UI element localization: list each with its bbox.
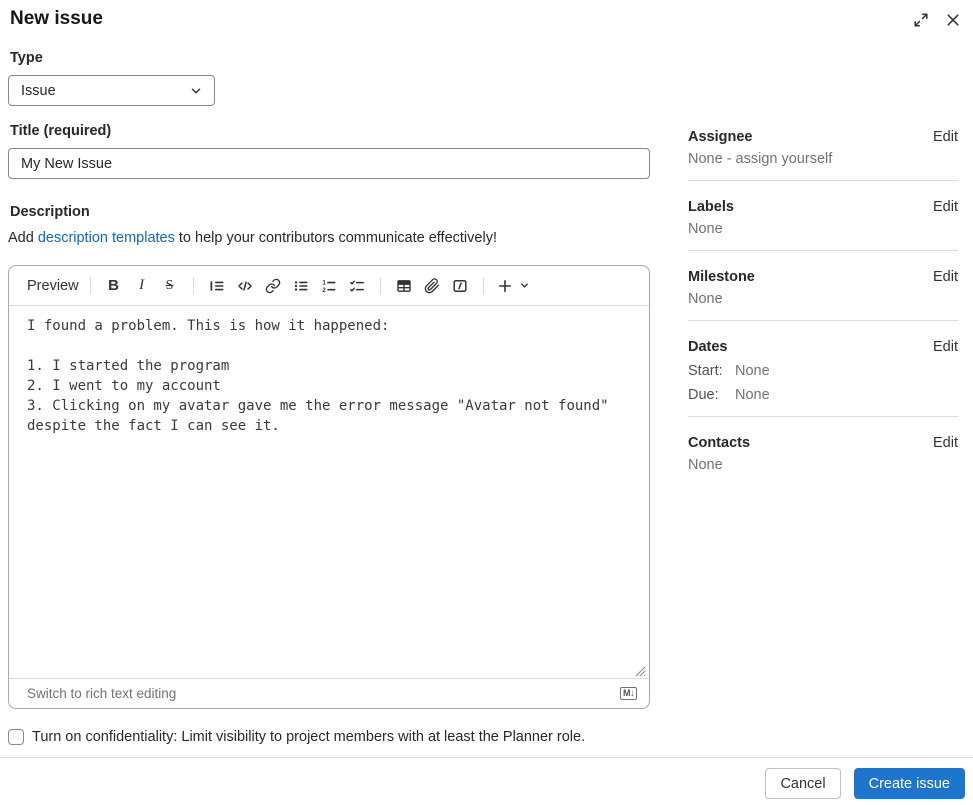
confidentiality-row: Turn on confidentiality: Limit visibilit… <box>8 729 650 745</box>
table-button[interactable] <box>392 274 416 298</box>
milestone-label: Milestone <box>688 269 755 285</box>
assignee-value[interactable]: None - assign yourself <box>688 151 958 167</box>
code-icon <box>237 278 253 294</box>
labels-edit-button[interactable]: Edit <box>933 199 958 215</box>
due-date-row: Due: None <box>688 387 958 403</box>
start-date-key: Start: <box>688 363 723 379</box>
start-date-row: Start: None <box>688 363 958 379</box>
more-options-button[interactable] <box>495 274 533 298</box>
strikethrough-button[interactable]: S <box>158 274 182 298</box>
labels-value: None <box>688 221 723 237</box>
ordered-list-button[interactable]: 1 2 <box>317 274 341 298</box>
header-actions <box>909 8 965 32</box>
preview-button[interactable]: Preview <box>25 278 81 294</box>
chevron-down-icon <box>519 280 530 291</box>
editor-body: I found a problem. This is how it happen… <box>9 306 649 678</box>
confidentiality-checkbox[interactable] <box>8 729 24 745</box>
markdown-icon[interactable]: M↓ <box>620 687 637 700</box>
bulleted-list-button[interactable] <box>289 274 313 298</box>
start-date-value: None <box>735 363 770 379</box>
description-textarea[interactable]: I found a problem. This is how it happen… <box>9 306 649 678</box>
toolbar-divider <box>89 277 91 294</box>
link-icon <box>265 278 281 294</box>
quote-icon <box>209 278 225 294</box>
type-label: Type <box>10 50 43 66</box>
due-date-key: Due: <box>688 387 719 403</box>
toolbar-divider <box>482 277 484 294</box>
contacts-edit-button[interactable]: Edit <box>933 435 958 451</box>
confidentiality-label[interactable]: Turn on confidentiality: Limit visibilit… <box>32 729 585 745</box>
collapsible-section-button[interactable] <box>448 274 472 298</box>
sidebar-section-labels: Labels Edit None <box>688 181 958 251</box>
sidebar-section-contacts: Contacts Edit None <box>688 417 958 486</box>
switch-rich-text-button[interactable]: Switch to rich text editing <box>27 686 176 701</box>
issue-sidebar: Assignee Edit None - assign yourself Lab… <box>688 121 958 486</box>
milestone-value: None <box>688 291 723 307</box>
description-helper: Add description templates to help your c… <box>8 230 650 246</box>
maximize-button[interactable] <box>909 8 933 32</box>
task-list-icon <box>349 278 365 294</box>
dates-edit-button[interactable]: Edit <box>933 339 958 355</box>
resize-handle[interactable] <box>635 664 646 677</box>
assignee-label: Assignee <box>688 129 753 145</box>
labels-label: Labels <box>688 199 734 215</box>
toolbar-divider <box>379 277 381 294</box>
create-issue-button[interactable]: Create issue <box>853 768 965 799</box>
italic-icon: I <box>139 277 145 293</box>
assignee-edit-button[interactable]: Edit <box>933 129 958 145</box>
strikethrough-icon: S <box>165 277 174 293</box>
cancel-button[interactable]: Cancel <box>765 768 841 799</box>
type-select-value: Issue <box>21 82 56 99</box>
helper-prefix: Add <box>8 230 38 246</box>
ordered-list-icon: 1 2 <box>321 278 337 294</box>
sidebar-section-milestone: Milestone Edit None <box>688 251 958 321</box>
helper-suffix: to help your contributors communicate ef… <box>174 230 497 246</box>
sidebar-section-assignee: Assignee Edit None - assign yourself <box>688 121 958 181</box>
italic-button[interactable]: I <box>130 274 154 298</box>
svg-text:1: 1 <box>322 279 326 286</box>
editor-footer: Switch to rich text editing M↓ <box>9 678 649 708</box>
issue-form: Type Issue Title (required) Description … <box>8 0 650 745</box>
svg-text:2: 2 <box>322 286 326 293</box>
attach-file-button[interactable] <box>420 274 444 298</box>
table-icon <box>396 278 412 294</box>
bold-button[interactable]: B <box>102 274 126 298</box>
task-list-button[interactable] <box>345 274 369 298</box>
modal-footer: Cancel Create issue <box>765 768 965 799</box>
maximize-icon <box>913 12 929 28</box>
milestone-edit-button[interactable]: Edit <box>933 269 958 285</box>
type-select[interactable]: Issue <box>8 75 215 106</box>
bulleted-list-icon <box>293 278 309 294</box>
title-input[interactable] <box>8 148 650 179</box>
contacts-value: None <box>688 457 723 473</box>
close-button[interactable] <box>941 8 965 32</box>
contacts-label: Contacts <box>688 435 751 451</box>
collapsible-section-icon <box>452 278 468 294</box>
link-button[interactable] <box>261 274 285 298</box>
chevron-down-icon <box>189 84 203 102</box>
dates-label: Dates <box>688 339 728 355</box>
close-icon <box>945 12 961 28</box>
title-label: Title (required) <box>10 123 112 139</box>
toolbar-divider <box>192 277 194 294</box>
footer-divider <box>0 757 973 758</box>
description-label: Description <box>10 204 90 220</box>
code-button[interactable] <box>233 274 257 298</box>
description-templates-link[interactable]: description templates <box>38 230 175 246</box>
sidebar-section-dates: Dates Edit Start: None Due: None <box>688 321 958 417</box>
plus-icon <box>497 278 513 294</box>
quote-button[interactable] <box>205 274 229 298</box>
due-date-value: None <box>735 387 770 403</box>
attach-file-icon <box>424 277 440 294</box>
markdown-editor: Preview B I S 1 2 I found a problem. Thi… <box>8 265 650 709</box>
bold-icon: B <box>108 277 119 294</box>
editor-toolbar: Preview B I S 1 2 <box>9 266 649 306</box>
